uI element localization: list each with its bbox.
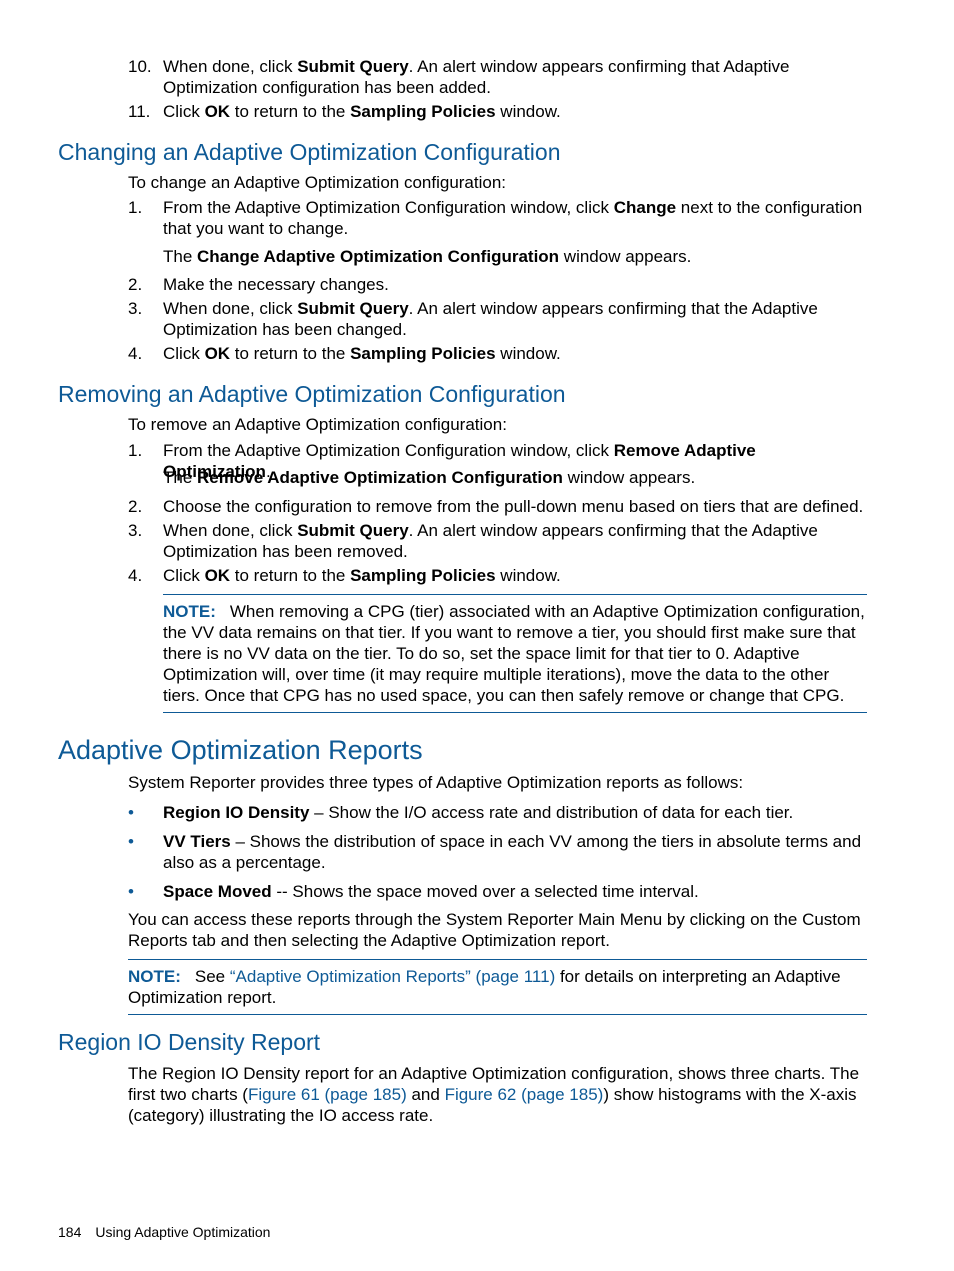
ui-term: Change [613,198,677,217]
text: The [163,247,198,266]
step-text: When done, click Submit Query. An alert … [163,520,868,562]
step-text: Click OK to return to the Sampling Polic… [163,101,868,122]
text: – Show the I/O access rate and distribut… [309,803,794,822]
page-number: 184 [58,1224,82,1240]
text: window. [495,566,561,585]
text: From the Adaptive Optimization Configura… [163,198,614,217]
reports-access-text: You can access these reports through the… [128,910,861,950]
text: The [163,468,198,487]
region-io-text: The Region IO Density report for an Adap… [128,1063,868,1126]
text: window appears. [562,468,696,487]
bullet-text: VV Tiers – Shows the distribution of spa… [163,831,868,873]
link-figure-61[interactable]: Figure 61 (page 185) [248,1085,407,1104]
text: – Shows the distribution of space in eac… [163,832,862,872]
ui-term: Submit Query [297,299,409,318]
text: -- Shows the space moved over a selected… [271,882,699,901]
link-figure-62[interactable]: Figure 62 (page 185) [445,1085,604,1104]
step-text: Click OK to return to the Sampling Polic… [163,565,868,586]
bullet-icon: • [128,803,134,822]
term: VV Tiers [163,832,231,851]
text: Click [163,566,205,585]
section-heading-reports: Adaptive Optimization Reports [58,735,423,765]
text: When done, click [163,521,298,540]
ui-term: Submit Query [297,521,409,540]
reports-intro: System Reporter provides three types of … [128,773,744,792]
text: window. [495,102,561,121]
text: When done, click [163,299,298,318]
step-number: 10. [128,57,152,76]
note-text: When removing a CPG (tier) associated wi… [163,602,865,705]
text: From the Adaptive Optimization Configura… [163,441,614,460]
ui-term: OK [204,566,231,585]
bullet-icon: • [128,882,134,901]
step-number: 3. [128,521,143,540]
step-text: Choose the configuration to remove from … [163,497,864,516]
step-text: From the Adaptive Optimization Configura… [163,197,868,239]
step-number: 1. [128,441,143,460]
text: Click [163,102,205,121]
bullet-icon: • [128,832,134,851]
ui-term: Remove Adaptive Optimization Configurati… [197,468,563,487]
step-text: When done, click Submit Query. An alert … [163,298,868,340]
note-label: NOTE: [163,602,216,621]
step-number: 11. [128,102,151,121]
text: See [194,967,230,986]
step-number: 4. [128,344,143,363]
bullet-text: Region IO Density – Show the I/O access … [163,802,868,823]
step-text: When done, click Submit Query. An alert … [163,56,868,98]
step-number: 1. [128,198,143,217]
footer-title: Using Adaptive Optimization [95,1224,271,1240]
bullet-text: Space Moved -- Shows the space moved ove… [163,881,868,902]
step-text: Make the necessary changes. [163,275,389,294]
section-heading-region-io: Region IO Density Report [58,1029,321,1055]
term: Space Moved [163,882,272,901]
text: When done, click [163,57,298,76]
step-text: Click OK to return to the Sampling Polic… [163,343,868,364]
ui-term: Sampling Policies [350,344,496,363]
removing-intro: To remove an Adaptive Optimization confi… [128,415,507,434]
text: window. [495,344,561,363]
note-box-removing: NOTE: When removing a CPG (tier) associat… [163,594,867,713]
text: Click [163,344,205,363]
note-box-reports: NOTE: See “Adaptive Optimization Reports”… [128,959,867,1015]
ui-term: Sampling Policies [350,566,496,585]
text: and [406,1085,445,1104]
ui-term: Change Adaptive Optimization Configurati… [197,247,560,266]
text: to return to the [230,566,351,585]
removing-step-1-result: The Remove Adaptive Optimization Configu… [163,467,868,488]
step-number: 3. [128,299,143,318]
ui-term: OK [204,344,231,363]
step-number: 2. [128,275,143,294]
step-number: 4. [128,566,143,585]
changing-intro: To change an Adaptive Optimization confi… [128,173,507,192]
text: window appears. [559,247,692,266]
text: to return to the [230,102,351,121]
step-number: 2. [128,497,143,516]
document-page: 10. When done, click Submit Query. An al… [0,0,954,1271]
ui-term: OK [204,102,231,121]
ui-term: Submit Query [297,57,409,76]
note-label: NOTE: [128,967,181,986]
section-heading-changing: Changing an Adaptive Optimization Config… [58,139,561,165]
section-heading-removing: Removing an Adaptive Optimization Config… [58,381,566,407]
page-footer: 184 Using Adaptive Optimization [58,1222,270,1243]
term: Region IO Density [163,803,310,822]
ui-term: Sampling Policies [350,102,496,121]
text: to return to the [230,344,351,363]
link-adaptive-optimization-reports[interactable]: “Adaptive Optimization Reports” (page 11… [230,967,555,986]
changing-step-1-result: The Change Adaptive Optimization Configu… [163,246,868,267]
